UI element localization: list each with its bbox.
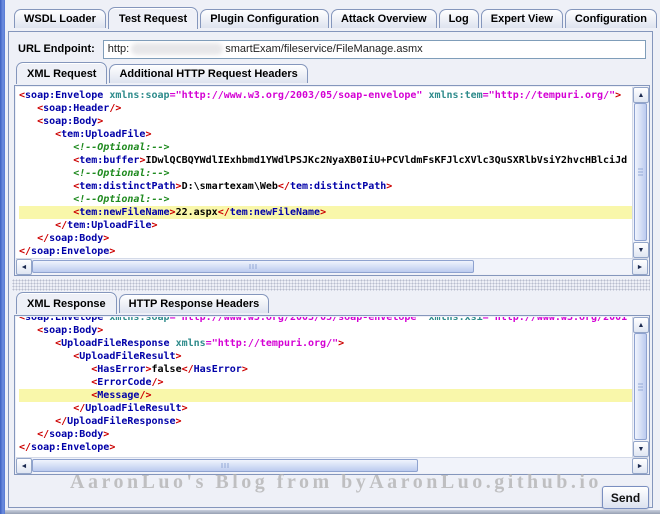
code-line: </UploadFileResult> — [19, 402, 632, 415]
arrow-glyph: ◄ — [21, 463, 28, 470]
response-tab-bar: XML ResponseHTTP Response Headers — [16, 292, 271, 313]
code-line: <tem:UploadFile> — [19, 128, 632, 141]
tab-attack-overview[interactable]: Attack Overview — [331, 9, 437, 28]
arrow-glyph: ◄ — [21, 264, 28, 271]
arrow-glyph: ▼ — [638, 247, 645, 254]
window-frame-left — [0, 0, 5, 514]
response-hscroll-thumb[interactable] — [32, 459, 418, 472]
arrow-glyph: ▼ — [638, 446, 645, 453]
highlighted-code-line: <Message/> — [19, 389, 632, 402]
window-frame-bottom — [0, 510, 660, 514]
request-hscroll-thumb[interactable] — [32, 260, 474, 273]
send-button[interactable]: Send — [602, 486, 649, 509]
code-line: <!--Optional:--> — [19, 167, 632, 180]
scroll-left-icon[interactable]: ◄ — [16, 458, 32, 474]
xml-response-pane: <soap:Envelope xmlns:soap="http://www.w3… — [14, 315, 650, 475]
tab-configuration[interactable]: Configuration — [565, 9, 657, 28]
response-tab-http-response-headers[interactable]: HTTP Response Headers — [119, 294, 270, 313]
request-tab-bar: XML RequestAdditional HTTP Request Heade… — [16, 62, 310, 83]
response-horizontal-scrollbar[interactable]: ◄ ► — [16, 457, 648, 473]
arrow-glyph: ▲ — [638, 92, 645, 99]
code-line: </soap:Body> — [19, 428, 632, 441]
response-tab-xml-response[interactable]: XML Response — [16, 292, 117, 314]
code-line: <soap:Envelope xmlns:soap="http://www.w3… — [19, 317, 632, 324]
arrow-glyph: ► — [637, 463, 644, 470]
code-line: <!--Optional:--> — [19, 141, 632, 154]
tab-test-request[interactable]: Test Request — [108, 7, 198, 29]
split-divider[interactable] — [12, 279, 650, 291]
scroll-down-icon[interactable]: ▼ — [633, 242, 649, 258]
scroll-up-icon[interactable]: ▲ — [633, 317, 649, 333]
code-line: </UploadFileResponse> — [19, 415, 632, 428]
request-tab-additional-http-request-headers[interactable]: Additional HTTP Request Headers — [109, 64, 307, 83]
code-line: </soap:Envelope> — [19, 245, 632, 258]
code-line: </soap:Envelope> — [19, 441, 632, 454]
xml-response-editor[interactable]: <soap:Envelope xmlns:soap="http://www.w3… — [16, 317, 632, 457]
response-vscroll-thumb[interactable] — [634, 333, 647, 440]
request-vscroll-thumb[interactable] — [634, 103, 647, 241]
url-prefix: http: — [108, 43, 129, 55]
scroll-down-icon[interactable]: ▼ — [633, 441, 649, 457]
scroll-left-icon[interactable]: ◄ — [16, 259, 32, 275]
arrow-glyph: ▲ — [638, 322, 645, 329]
main-tab-bar: WSDL LoaderTest RequestPlugin Configurat… — [14, 7, 659, 28]
url-endpoint-row: URL Endpoint: http: smartExam/fileservice… — [18, 39, 646, 59]
code-line: <tem:distinctPath>D:\smartexam\Web</tem:… — [19, 180, 632, 193]
url-endpoint-input[interactable]: http: smartExam/fileservice/FileManage.as… — [103, 40, 646, 59]
code-line: <soap:Body> — [19, 324, 632, 337]
tab-wsdl-loader[interactable]: WSDL Loader — [14, 9, 106, 28]
request-vertical-scrollbar[interactable]: ▲ ▼ — [632, 87, 648, 258]
code-line: <HasError>false</HasError> — [19, 363, 632, 376]
code-line: </soap:Body> — [19, 232, 632, 245]
tab-expert-view[interactable]: Expert View — [481, 9, 563, 28]
xml-request-editor[interactable]: <soap:Envelope xmlns:soap="http://www.w3… — [16, 87, 632, 258]
tab-plugin-configuration[interactable]: Plugin Configuration — [200, 9, 329, 28]
request-horizontal-scrollbar[interactable]: ◄ ► — [16, 258, 648, 274]
code-line: </tem:UploadFile> — [19, 219, 632, 232]
code-line: <soap:Envelope xmlns:soap="http://www.w3… — [19, 89, 632, 102]
code-line: <tem:buffer>IDwlQCBQYWdlIExhbmd1YWdlPSJK… — [19, 154, 632, 167]
code-line: <UploadFileResponse xmlns="http://tempur… — [19, 337, 632, 350]
xml-request-pane: <soap:Envelope xmlns:soap="http://www.w3… — [14, 85, 650, 276]
code-line: <ErrorCode/> — [19, 376, 632, 389]
tab-log[interactable]: Log — [439, 9, 479, 28]
code-line: <!--Optional:--> — [19, 193, 632, 206]
code-line: <soap:Header/> — [19, 102, 632, 115]
code-line: <UploadFileResult> — [19, 350, 632, 363]
url-suffix: smartExam/fileservice/FileManage.asmx — [225, 43, 422, 55]
url-endpoint-label: URL Endpoint: — [18, 43, 95, 55]
code-line: <soap:Body> — [19, 115, 632, 128]
highlighted-code-line: <tem:newFileName>22.aspx</tem:newFileNam… — [19, 206, 632, 219]
request-tab-xml-request[interactable]: XML Request — [16, 62, 107, 84]
scroll-right-icon[interactable]: ► — [632, 458, 648, 474]
arrow-glyph: ► — [637, 264, 644, 271]
scroll-up-icon[interactable]: ▲ — [633, 87, 649, 103]
url-redacted-segment — [131, 43, 223, 55]
response-vertical-scrollbar[interactable]: ▲ ▼ — [632, 317, 648, 457]
scroll-right-icon[interactable]: ► — [632, 259, 648, 275]
